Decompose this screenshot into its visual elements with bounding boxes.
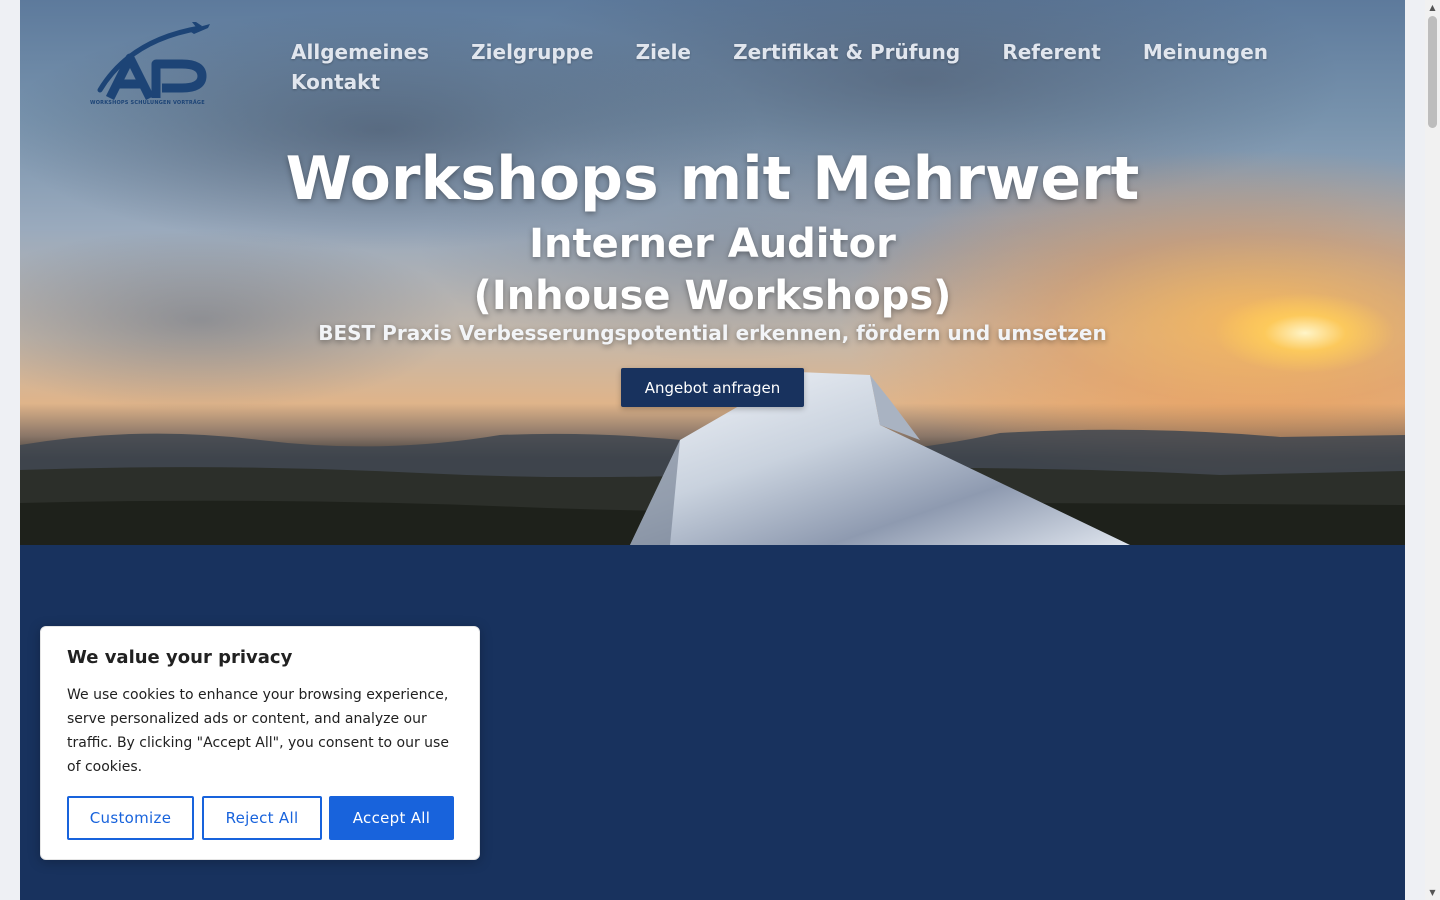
nav-item-zielgruppe[interactable]: Zielgruppe <box>471 37 593 67</box>
hero-title: Workshops mit Mehrwert <box>285 144 1140 214</box>
nav-item-referent[interactable]: Referent <box>1002 37 1100 67</box>
cookie-banner-text: We use cookies to enhance your browsing … <box>67 687 449 775</box>
nav-item-meinungen[interactable]: Meinungen <box>1143 37 1268 67</box>
hero-subtitle: Interner Auditor (Inhouse Workshops) <box>20 218 1405 322</box>
hero-subtitle-line-2: (Inhouse Workshops) <box>473 273 952 319</box>
company-logo[interactable]: WORKSHOPS SCHULUNGEN VORTRÄGE <box>90 20 214 112</box>
nav-item-kontakt[interactable]: Kontakt <box>291 67 380 97</box>
accept-all-button[interactable]: Accept All <box>329 796 454 840</box>
cookie-consent-banner: We value your privacy We use cookies to … <box>40 626 480 860</box>
scrollbar-thumb[interactable] <box>1428 16 1437 128</box>
main-navigation: Allgemeines Zielgruppe Ziele Zertifikat … <box>291 37 1301 97</box>
logo-mark <box>97 22 210 101</box>
nav-item-ziele[interactable]: Ziele <box>636 37 691 67</box>
scroll-down-arrow-icon[interactable]: ▼ <box>1425 885 1440 900</box>
nav-item-zertifikat-pruefung[interactable]: Zertifikat & Prüfung <box>733 37 960 67</box>
reject-all-button[interactable]: Reject All <box>202 796 322 840</box>
cookie-banner-title: We value your privacy <box>67 647 293 668</box>
scroll-up-arrow-icon[interactable]: ▲ <box>1425 0 1440 15</box>
hero-subtitle-line-1: Interner Auditor <box>529 221 896 267</box>
nav-item-allgemeines[interactable]: Allgemeines <box>291 37 429 67</box>
hero-section: WORKSHOPS SCHULUNGEN VORTRÄGE Allgemeine… <box>20 0 1405 545</box>
logo-tagline: WORKSHOPS SCHULUNGEN VORTRÄGE <box>90 100 205 106</box>
scrollbar[interactable]: ▲ ▼ <box>1425 0 1440 900</box>
request-offer-button[interactable]: Angebot anfragen <box>621 368 804 407</box>
hero-tagline: BEST Praxis Verbesserungspotential erken… <box>318 321 1107 345</box>
customize-button[interactable]: Customize <box>67 796 194 840</box>
